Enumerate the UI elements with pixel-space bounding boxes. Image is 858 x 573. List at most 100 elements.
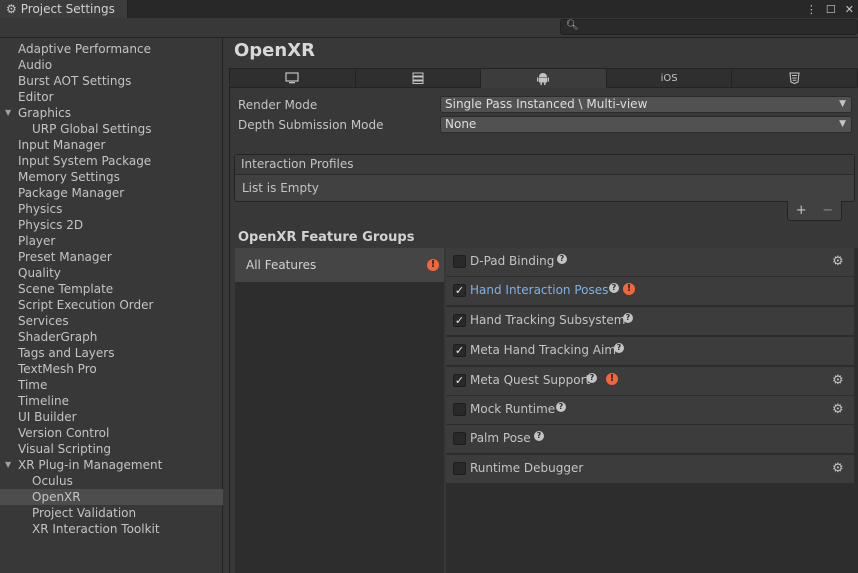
tab-desktop[interactable] [230, 69, 356, 87]
all-features-item[interactable]: All Features ! [235, 248, 444, 282]
tab-android[interactable] [481, 69, 607, 88]
warning-icon[interactable]: ! [606, 373, 618, 385]
ios-tab-label: iOS [660, 72, 678, 84]
sidebar-item[interactable]: TextMesh Pro [0, 361, 223, 377]
help-icon[interactable]: ? [556, 402, 566, 412]
warning-icon[interactable]: ! [623, 283, 635, 295]
warning-icon[interactable]: ! [427, 259, 439, 271]
sidebar-item[interactable]: Script Execution Order [0, 297, 223, 313]
help-icon[interactable]: ? [609, 283, 619, 293]
feature-checkbox[interactable]: ✓ [453, 374, 466, 387]
feature-row: ✓ Hand Tracking Subsystem? [446, 307, 854, 335]
sidebar-item-label: Input Manager [18, 138, 106, 152]
sidebar-item-label: TextMesh Pro [18, 362, 97, 376]
feature-checkbox[interactable] [453, 403, 466, 416]
tab-server[interactable] [356, 69, 482, 87]
help-icon[interactable]: ? [623, 313, 633, 323]
sidebar-item[interactable]: Editor [0, 89, 223, 105]
sidebar-item-label: Visual Scripting [18, 442, 111, 456]
platform-tabs: iOS [229, 68, 858, 88]
sidebar-item[interactable]: Timeline [0, 393, 223, 409]
sidebar-item[interactable]: Visual Scripting [0, 441, 223, 457]
sidebar-item[interactable]: URP Global Settings [0, 121, 223, 137]
maximize-icon[interactable]: ☐ [826, 3, 836, 16]
sidebar-item[interactable]: Oculus [0, 473, 223, 489]
feature-row: Runtime Debugger ⚙ [446, 455, 854, 483]
sidebar-item-label: Player [18, 234, 56, 248]
list-empty-text: List is Empty [242, 181, 319, 195]
sidebar-item-label: Tags and Layers [18, 346, 115, 360]
render-mode-dropdown[interactable]: Single Pass Instanced \ Multi-view ▼ [440, 96, 852, 113]
gear-icon[interactable]: ⚙ [832, 373, 844, 388]
feature-checkbox[interactable] [453, 432, 466, 445]
help-icon[interactable]: ? [614, 343, 624, 353]
window-title: Project Settings [20, 2, 115, 16]
close-icon[interactable]: ✕ [845, 3, 854, 16]
feature-checkbox[interactable] [453, 462, 466, 475]
feature-label: Palm Pose [470, 431, 531, 445]
tab-ios[interactable]: iOS [607, 69, 733, 87]
sidebar-item[interactable]: ▼ Graphics [0, 105, 223, 121]
sidebar-item[interactable]: Project Validation [0, 505, 223, 521]
sidebar-item-label: Project Validation [32, 506, 137, 520]
depth-mode-dropdown[interactable]: None ▼ [440, 116, 852, 133]
sidebar-item[interactable]: Tags and Layers [0, 345, 223, 361]
main-panel: OpenXR iOS Render Mode Single Pass Insta… [224, 38, 858, 573]
server-icon [412, 72, 424, 84]
settings-sidebar: Adaptive Performance Audio Burst AOT Setti… [0, 38, 223, 573]
sidebar-item[interactable]: Adaptive Performance [0, 41, 223, 57]
sidebar-item[interactable]: OpenXR [0, 489, 223, 505]
sidebar-item[interactable]: Scene Template [0, 281, 223, 297]
sidebar-item-label: URP Global Settings [32, 122, 152, 136]
feature-checkbox[interactable] [453, 255, 466, 268]
remove-profile-button[interactable]: − [822, 203, 833, 218]
window-tab[interactable]: ⚙ Project Settings [0, 0, 128, 18]
sidebar-item[interactable]: Physics 2D [0, 217, 223, 233]
feature-list: D-Pad Binding? ⚙ ✓ Hand Interaction Poses?!… [446, 248, 858, 573]
search-input[interactable]: 🔍︎ [560, 19, 858, 35]
desktop-icon [285, 72, 299, 84]
sidebar-item[interactable]: Time [0, 377, 223, 393]
sidebar-item-label: Package Manager [18, 186, 125, 200]
sidebar-item[interactable]: Quality [0, 265, 223, 281]
sidebar-item[interactable]: Burst AOT Settings [0, 73, 223, 89]
sidebar-item[interactable]: XR Interaction Toolkit [0, 521, 223, 537]
feature-checkbox[interactable]: ✓ [453, 284, 466, 297]
add-profile-button[interactable]: + [796, 203, 807, 218]
sidebar-item[interactable]: ShaderGraph [0, 329, 223, 345]
sidebar-item[interactable]: UI Builder [0, 409, 223, 425]
sidebar-item[interactable]: Input System Package [0, 153, 223, 169]
feature-checkbox[interactable]: ✓ [453, 344, 466, 357]
feature-groups-title: OpenXR Feature Groups [238, 230, 415, 245]
more-vert-icon[interactable]: ⋮ [806, 3, 817, 16]
sidebar-item[interactable]: Physics [0, 201, 223, 217]
sidebar-item[interactable]: ▼ XR Plug-in Management [0, 457, 223, 473]
sidebar-item[interactable]: Preset Manager [0, 249, 223, 265]
sidebar-item[interactable]: Memory Settings [0, 169, 223, 185]
gear-icon[interactable]: ⚙ [832, 254, 844, 269]
sidebar-item[interactable]: Player [0, 233, 223, 249]
fold-arrow-icon[interactable]: ▼ [5, 105, 11, 121]
sidebar-item[interactable]: Package Manager [0, 185, 223, 201]
window-controls: ⋮ ☐ ✕ [806, 0, 854, 18]
help-icon[interactable]: ? [587, 373, 597, 383]
feature-label: Meta Quest Support [470, 373, 591, 387]
sidebar-item[interactable]: Services [0, 313, 223, 329]
sidebar-item[interactable]: Input Manager [0, 137, 223, 153]
help-icon[interactable]: ? [534, 431, 544, 441]
sidebar-item-label: Audio [18, 58, 53, 72]
gear-icon[interactable]: ⚙ [832, 461, 844, 476]
sidebar-item[interactable]: Version Control [0, 425, 223, 441]
sidebar-item-label: ShaderGraph [18, 330, 98, 344]
feature-row: ✓ Meta Hand Tracking Aim? [446, 337, 854, 365]
gear-icon[interactable]: ⚙ [832, 402, 844, 417]
fold-arrow-icon[interactable]: ▼ [5, 457, 11, 473]
sidebar-item[interactable]: Audio [0, 57, 223, 73]
help-icon[interactable]: ? [557, 254, 567, 264]
tab-webgl[interactable] [732, 69, 857, 87]
feature-label: Meta Hand Tracking Aim [470, 343, 617, 357]
sidebar-item-label: Adaptive Performance [18, 42, 151, 56]
chevron-down-icon: ▼ [839, 99, 846, 109]
sidebar-item-label: XR Interaction Toolkit [32, 522, 160, 536]
feature-checkbox[interactable]: ✓ [453, 314, 466, 327]
